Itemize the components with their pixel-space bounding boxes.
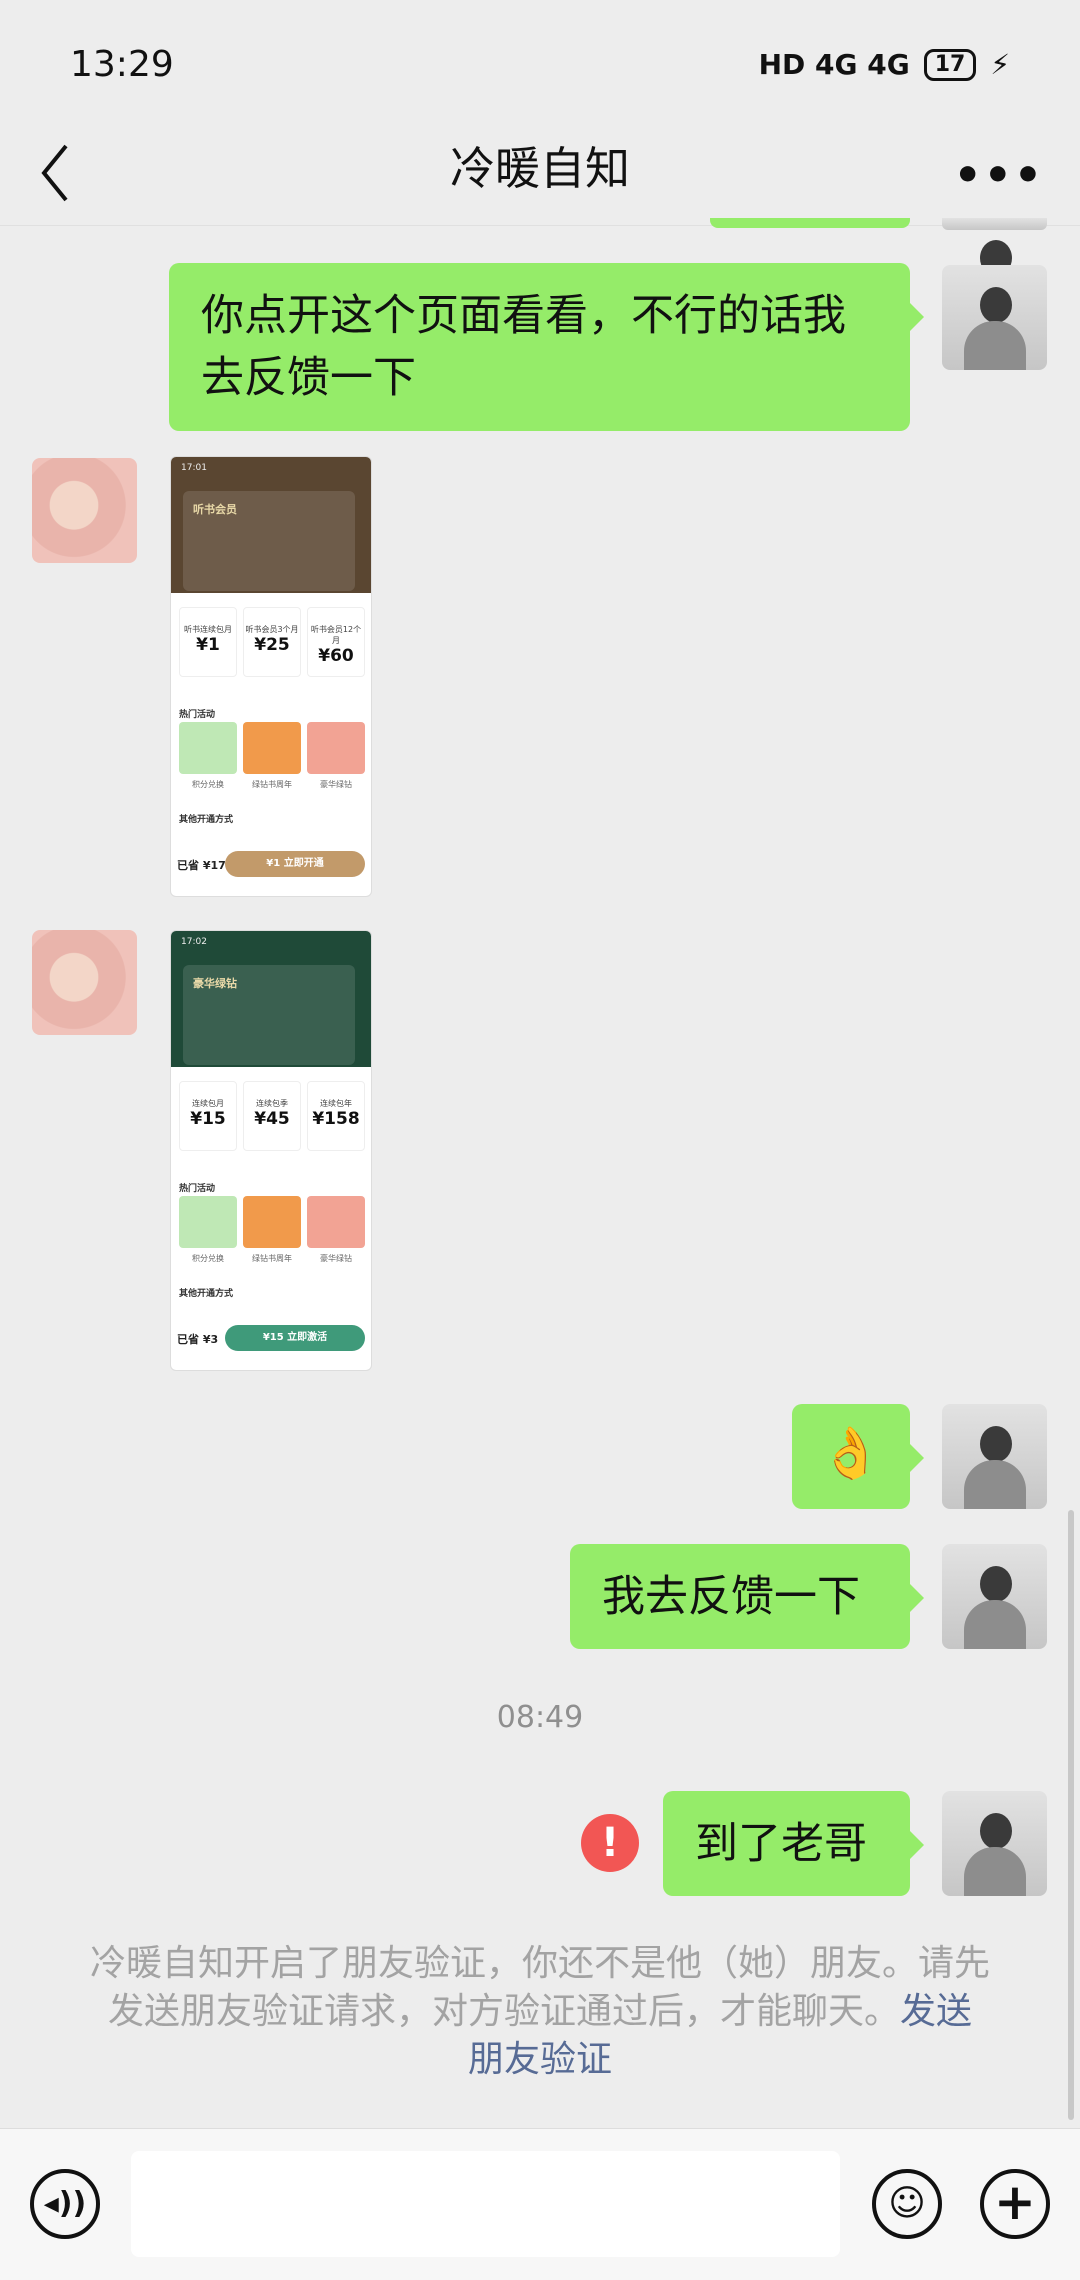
saved-amount: 已省 ¥17	[177, 859, 226, 872]
avatar[interactable]	[942, 265, 1047, 370]
price-label: 连续包季	[256, 1099, 288, 1108]
avatar	[942, 218, 1047, 334]
activity-tiles	[179, 722, 365, 774]
activity-label: 积分兑换	[192, 780, 224, 789]
activity-label: 豪华绿钻	[320, 1254, 352, 1263]
previous-bubble	[710, 218, 910, 228]
price-value: ¥45	[254, 1109, 290, 1129]
activity-tile	[307, 1196, 365, 1248]
price-label: 连续包月	[192, 1099, 224, 1108]
activity-tile	[179, 722, 237, 774]
activity-tile	[179, 1196, 237, 1248]
scrollbar[interactable]	[1068, 1510, 1074, 2120]
buy-button: ¥1 立即开通	[225, 851, 365, 877]
activity-tile	[243, 1196, 301, 1248]
price-options: 听书连续包月 ¥1 听书会员3个月 ¥25 听书会员12个月 ¥60	[179, 607, 365, 677]
contact-avatar[interactable]	[32, 458, 137, 563]
activity-labels: 积分兑换 绿钻书周年 豪华绿钻	[179, 779, 365, 790]
price-option: 听书会员3个月 ¥25	[243, 607, 301, 677]
activity-label: 豪华绿钻	[320, 780, 352, 789]
notice-text: 冷暖自知开启了朋友验证，你还不是他（她）朋友。请先发送朋友验证请求，对方验证通过…	[90, 1943, 991, 2032]
activity-labels: 积分兑换 绿钻书周年 豪华绿钻	[179, 1253, 365, 1264]
price-value: ¥158	[312, 1109, 360, 1129]
charging-icon: ⚡	[990, 48, 1010, 81]
activity-label: 绿钻书周年	[252, 1254, 292, 1263]
price-label: 听书连续包月	[184, 625, 232, 634]
avatar[interactable]	[942, 1404, 1047, 1509]
activity-tile	[243, 722, 301, 774]
screenshot-header: 17:02 豪华绿钻	[171, 931, 371, 1067]
activity-label: 积分兑换	[192, 1254, 224, 1263]
activity-tile	[307, 722, 365, 774]
section-title: 热门活动	[179, 1184, 216, 1194]
activity-tiles	[179, 1196, 365, 1248]
input-bar: ◂)) ☺ +	[0, 2128, 1080, 2280]
avatar[interactable]	[942, 1544, 1047, 1649]
price-value: ¥60	[318, 646, 354, 666]
network-indicator: HD 4G 4G	[758, 48, 910, 81]
send-failed-icon[interactable]: !	[581, 1814, 639, 1872]
price-value: ¥15	[190, 1109, 226, 1129]
contact-avatar[interactable]	[32, 930, 137, 1035]
price-value: ¥25	[254, 635, 290, 655]
activity-label: 绿钻书周年	[252, 780, 292, 789]
avatar[interactable]	[942, 1791, 1047, 1896]
buy-button: ¥15 立即激活	[225, 1325, 365, 1351]
message-bubble[interactable]: 到了老哥	[663, 1791, 924, 1896]
price-option: 连续包月 ¥15	[179, 1081, 237, 1151]
card-title: 听书会员	[193, 503, 237, 516]
chat-title: 冷暖自知	[449, 142, 630, 195]
more-icon[interactable]: •••	[954, 150, 1044, 201]
section-title: 其他开通方式	[179, 815, 234, 825]
emoji-bubble[interactable]: 👌	[792, 1404, 924, 1509]
image-message[interactable]: 17:02 豪华绿钻 连续包月 ¥15 连续包季 ¥45 连续包年 ¥158 热门活动 积分兑…	[170, 930, 372, 1371]
price-option: 听书会员12个月 ¥60	[307, 607, 365, 677]
message-bubble[interactable]: 我去反馈一下	[570, 1544, 924, 1649]
status-bar: 13:29 HD 4G 4G 17 ⚡	[0, 0, 1080, 120]
price-value: ¥1	[196, 635, 220, 655]
price-label: 听书会员3个月	[245, 625, 299, 634]
screenshot-clock: 17:02	[181, 937, 207, 947]
price-option: 连续包季 ¥45	[243, 1081, 301, 1151]
card-title: 豪华绿钻	[193, 977, 237, 990]
status-icons: HD 4G 4G 17 ⚡	[759, 48, 1010, 81]
system-notice: 冷暖自知开启了朋友验证，你还不是他（她）朋友。请先发送朋友验证请求，对方验证通过…	[90, 1940, 990, 2084]
timestamp: 08:49	[496, 1700, 584, 1735]
image-message[interactable]: 17:01 听书会员 听书连续包月 ¥1 听书会员3个月 ¥25 听书会员12个月 ¥60…	[170, 456, 372, 897]
membership-card: 豪华绿钻	[183, 965, 355, 1065]
screenshot-header: 17:01 听书会员	[171, 457, 371, 593]
voice-icon[interactable]: ◂))	[30, 2169, 100, 2239]
section-title: 热门活动	[179, 710, 216, 720]
chat-header: 冷暖自知 •••	[0, 120, 1080, 226]
saved-amount: 已省 ¥3	[177, 1333, 219, 1346]
section-title: 其他开通方式	[179, 1289, 234, 1299]
price-option: 听书连续包月 ¥1	[179, 607, 237, 677]
screenshot-clock: 17:01	[181, 463, 207, 473]
battery-icon: 17	[923, 48, 977, 81]
message-input[interactable]	[131, 2151, 840, 2257]
membership-card: 听书会员	[183, 491, 355, 591]
message-bubble[interactable]: 你点开这个页面看看，不行的话我去反馈一下	[169, 263, 924, 431]
plus-icon[interactable]: +	[980, 2169, 1050, 2239]
price-label: 听书会员12个月	[310, 625, 362, 645]
price-option: 连续包年 ¥158	[307, 1081, 365, 1151]
status-time: 13:29	[70, 44, 174, 85]
emoji-icon[interactable]: ☺	[872, 2169, 942, 2239]
price-label: 连续包年	[320, 1099, 352, 1108]
price-options: 连续包月 ¥15 连续包季 ¥45 连续包年 ¥158	[179, 1081, 365, 1151]
